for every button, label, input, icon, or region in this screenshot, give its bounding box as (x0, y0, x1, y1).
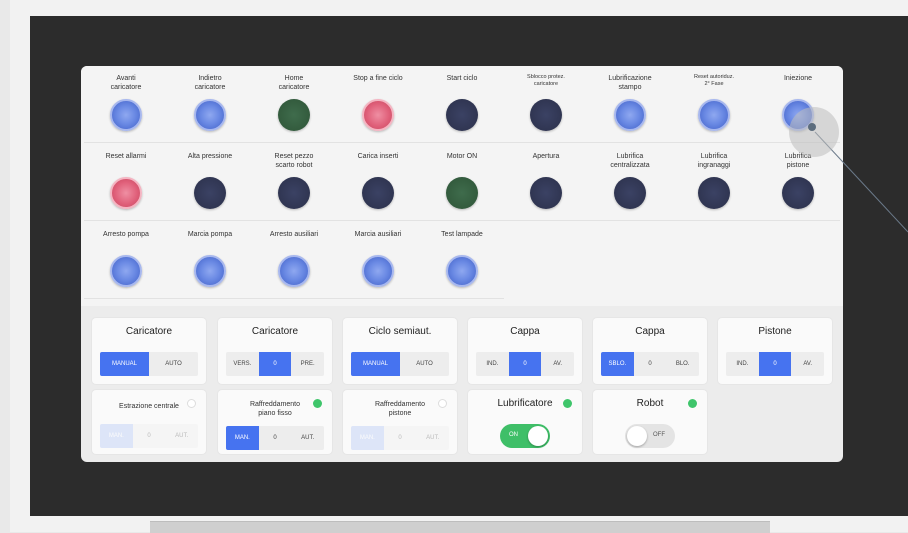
touch-pointer-dot (808, 123, 816, 131)
touch-callout-line (814, 131, 908, 233)
touch-pointer-indicator (789, 107, 839, 157)
